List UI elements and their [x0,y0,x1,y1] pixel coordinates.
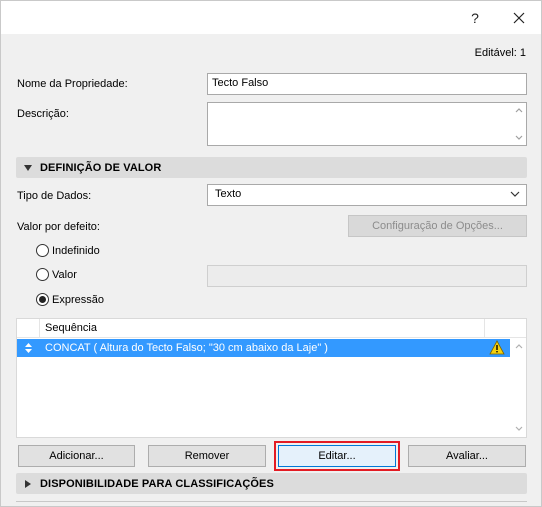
warning-icon [489,340,505,355]
scroll-down-icon[interactable] [515,426,523,432]
expression-list-scrollbar[interactable] [511,338,526,437]
collapsed-triangle-icon [25,479,31,488]
title-bar: ? [1,1,541,34]
sequence-column-header[interactable]: Sequência [45,322,97,334]
list-item[interactable]: CONCAT ( Altura do Tecto Falso; "30 cm a… [17,339,510,357]
radio-expression-circle[interactable] [36,293,49,306]
value-definition-header[interactable]: DEFINIÇÃO DE VALOR [16,157,527,178]
scroll-up-icon[interactable] [515,343,523,349]
property-dialog: ? Editável: 1 Nome da Propriedade: Tecto… [0,0,542,507]
chevron-down-icon [510,191,520,197]
classification-availability-title: DISPONIBILIDADE PARA CLASSIFICAÇÕES [40,477,274,490]
scroll-down-icon[interactable] [515,135,523,141]
value-definition-title: DEFINIÇÃO DE VALOR [40,161,162,174]
radio-expression[interactable]: Expressão [36,293,104,306]
expression-list: Sequência CONCAT ( Altura do Tecto Falso… [16,318,527,438]
classification-availability-header[interactable]: DISPONIBILIDADE PARA CLASSIFICAÇÕES [16,473,527,494]
default-value-input [207,265,527,287]
data-type-value: Texto [215,188,242,200]
default-value-label: Valor por defeito: [17,221,100,233]
reorder-handle-icon[interactable] [25,343,32,353]
radio-undefined-circle[interactable] [36,244,49,257]
description-label: Descrição: [17,108,69,120]
radio-selected-dot [39,296,46,303]
scroll-up-icon[interactable] [515,107,523,113]
edit-button[interactable]: Editar... [278,445,396,467]
property-name-input[interactable]: Tecto Falso [207,73,527,95]
close-icon [513,12,525,23]
add-button[interactable]: Adicionar... [18,445,135,467]
expanded-triangle-icon [24,164,32,171]
bottom-divider [16,501,527,502]
radio-value[interactable]: Valor [36,268,77,281]
help-button[interactable]: ? [453,1,497,34]
radio-value-circle[interactable] [36,268,49,281]
remove-button[interactable]: Remover [148,445,266,467]
editable-count: Editável: 1 [474,47,526,59]
radio-undefined-label: Indefinido [52,244,100,257]
expression-text: CONCAT ( Altura do Tecto Falso; "30 cm a… [45,342,328,354]
column-separator [39,319,40,337]
options-settings-button[interactable]: Configuração de Opções... [348,215,527,237]
description-input[interactable] [207,102,527,146]
radio-expression-label: Expressão [52,293,104,306]
data-type-select[interactable]: Texto [207,184,527,206]
column-separator [484,319,485,337]
description-scrollbar[interactable] [512,103,526,145]
radio-value-label: Valor [52,268,77,281]
property-name-label: Nome da Propriedade: [17,78,128,90]
help-icon: ? [471,9,479,26]
data-type-label: Tipo de Dados: [17,190,92,202]
evaluate-button[interactable]: Avaliar... [408,445,526,467]
close-button[interactable] [497,1,541,34]
radio-undefined[interactable]: Indefinido [36,244,100,257]
expression-list-header: Sequência [17,319,526,338]
